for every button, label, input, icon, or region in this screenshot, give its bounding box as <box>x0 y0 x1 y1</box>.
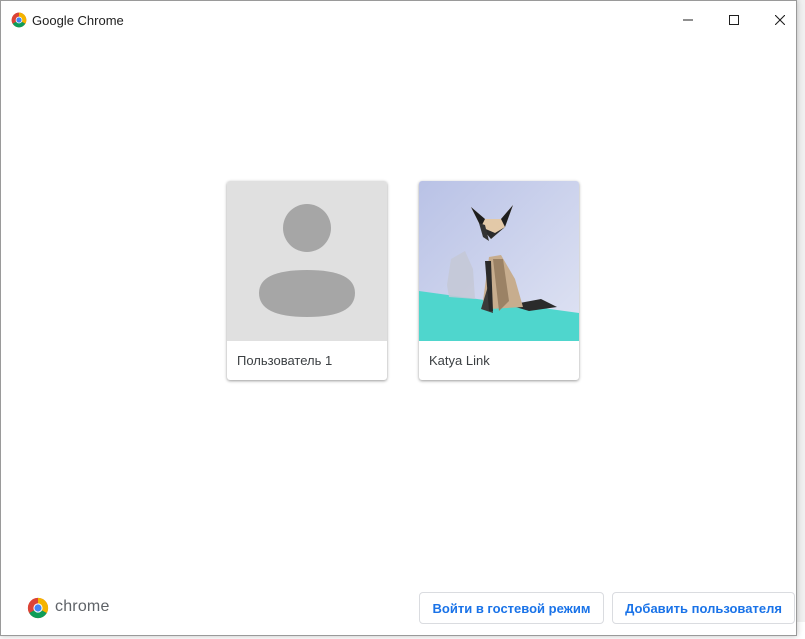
profile-card-user-1[interactable]: Пользователь 1 <box>227 181 387 380</box>
default-person-avatar-icon <box>227 181 387 341</box>
origami-cat-avatar-icon <box>419 181 579 341</box>
profile-name: Пользователь 1 <box>237 353 333 368</box>
profile-card-katya-link[interactable]: Katya Link <box>419 181 579 380</box>
profile-name: Katya Link <box>429 353 490 368</box>
minimize-button[interactable] <box>665 1 711 39</box>
close-button[interactable] <box>757 1 803 39</box>
close-icon <box>775 15 785 25</box>
maximize-button[interactable] <box>711 1 757 39</box>
maximize-icon <box>729 15 739 25</box>
minimize-icon <box>683 19 693 21</box>
chrome-logo-icon <box>11 12 27 28</box>
add-user-button[interactable]: Добавить пользователя <box>612 592 795 624</box>
window-title: Google Chrome <box>32 13 124 28</box>
chrome-logo-icon <box>27 597 49 619</box>
chrome-brand-text: chrome <box>55 598 110 615</box>
guest-mode-button[interactable]: Войти в гостевой режим <box>419 592 604 624</box>
profile-picker-window: Google Chrome Пользователь 1 Katya Link … <box>0 0 797 636</box>
title-bar: Google Chrome <box>1 1 796 39</box>
